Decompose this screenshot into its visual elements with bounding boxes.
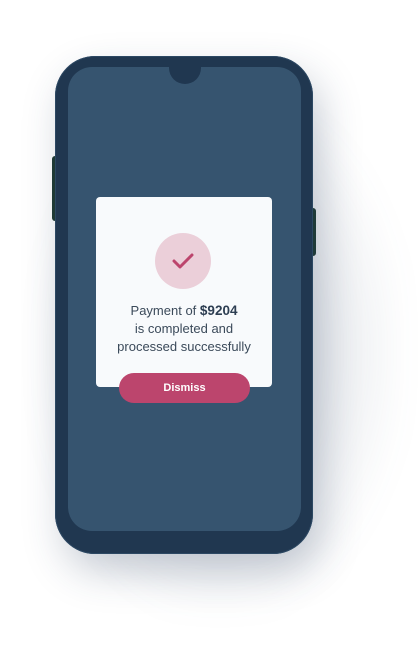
checkmark-icon: [172, 253, 194, 269]
payment-amount: $9204: [199, 303, 238, 318]
success-badge: [155, 233, 211, 289]
payment-message: Payment of $9204 is completed and proces…: [96, 302, 272, 356]
message-line-1: Payment of $9204: [96, 302, 272, 320]
message-line-2: is completed and: [134, 321, 234, 336]
payment-success-dialog: Payment of $9204 is completed and proces…: [96, 197, 272, 387]
phone-screen: Payment of $9204 is completed and proces…: [68, 67, 301, 531]
message-prefix: Payment of: [130, 303, 197, 318]
phone-frame: Payment of $9204 is completed and proces…: [55, 56, 313, 554]
dismiss-button[interactable]: Dismiss: [119, 373, 250, 403]
message-line-3: processed successfully: [117, 339, 251, 354]
